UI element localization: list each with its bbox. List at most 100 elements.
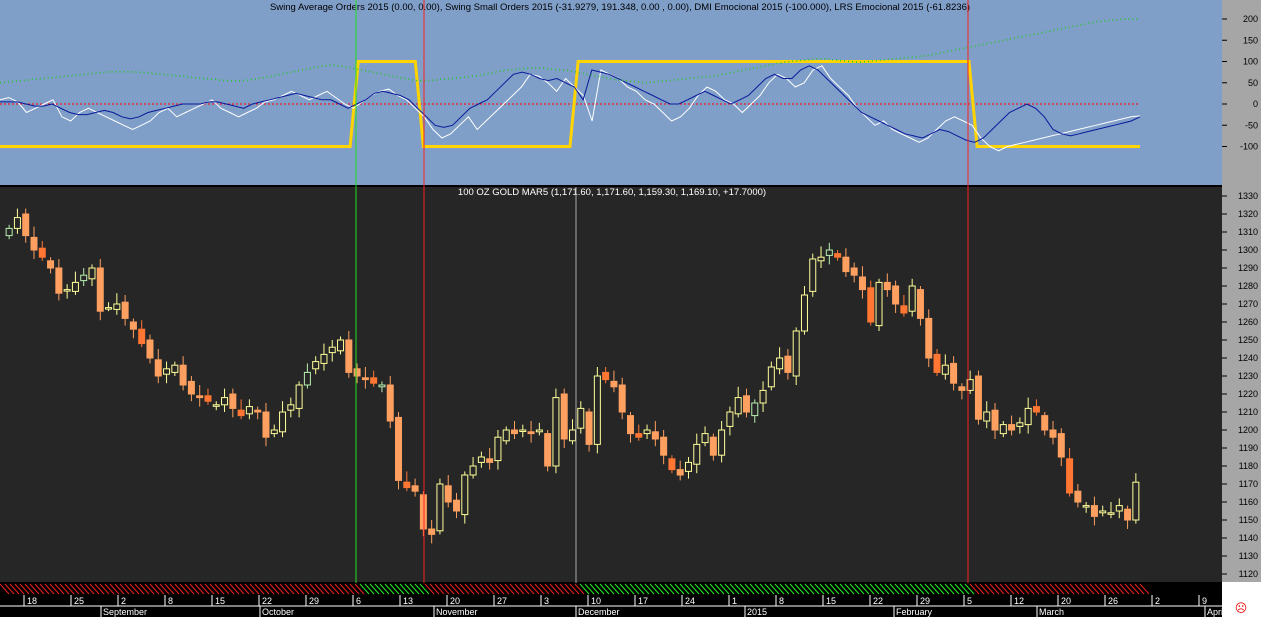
hatch-mark [179, 583, 190, 595]
hatch-mark [4, 583, 15, 595]
candle [800, 294, 808, 332]
candle [991, 409, 999, 431]
hatch-mark [114, 583, 125, 595]
candle [1074, 490, 1082, 503]
hatch-mark [1084, 583, 1095, 595]
hatch-mark [984, 583, 995, 595]
y-tick-label: 1130 [1239, 551, 1258, 561]
candle [569, 429, 576, 442]
hatch-mark [229, 583, 240, 595]
hatch-mark [304, 583, 315, 595]
candle [709, 436, 717, 456]
x-tick-label: 25 [74, 596, 84, 606]
hatch-mark [209, 583, 220, 595]
month-label: October [262, 607, 294, 617]
hatch-mark [249, 583, 260, 595]
x-tick-label: 26 [1108, 596, 1118, 606]
candle [635, 433, 643, 438]
x-tick-label: 24 [685, 596, 695, 606]
candle [527, 431, 535, 435]
y-tick-label: -100 [1240, 142, 1258, 152]
x-tick-label: 12 [1014, 596, 1024, 606]
hatch-mark [524, 583, 535, 595]
hatch-mark [974, 583, 985, 595]
hatch-mark [324, 583, 335, 595]
hatch-mark [884, 583, 895, 595]
hatch-mark [1044, 583, 1055, 595]
candle [212, 404, 220, 407]
candle [5, 227, 13, 237]
month-label: February [896, 607, 933, 617]
candle [386, 384, 394, 422]
y-tick-label: 1150 [1239, 515, 1258, 525]
candle [146, 339, 154, 359]
hatch-mark [614, 583, 625, 595]
candle [701, 433, 709, 444]
candle [469, 465, 477, 476]
candle [13, 217, 21, 229]
x-tick-label: 2 [1155, 596, 1160, 606]
candle [751, 402, 759, 417]
hatch-mark [1104, 583, 1115, 595]
month-label: April [1207, 607, 1225, 617]
x-tick-label: 29 [920, 596, 930, 606]
hatch-mark [259, 583, 270, 595]
candle [867, 287, 875, 323]
hatch-mark [329, 583, 340, 595]
hatch-mark [619, 583, 630, 595]
candle [618, 384, 626, 413]
y-tick-label: 1120 [1239, 569, 1258, 579]
candle [411, 485, 419, 492]
hatch-mark [724, 583, 735, 595]
y-tick-label: 1320 [1238, 209, 1258, 219]
hatch-mark [1004, 583, 1015, 595]
hatch-mark [439, 583, 450, 595]
hatch-mark [299, 583, 310, 595]
hatch-mark [819, 583, 830, 595]
month-label: December [578, 607, 620, 617]
hatch-mark [74, 583, 85, 595]
candle [577, 407, 585, 429]
candle [129, 321, 137, 330]
hatch-mark [474, 583, 485, 595]
trading-chart: 200 150 100 50 0 -50 -100 1330 1320 1310 1300 1290 1… [0, 0, 1261, 617]
candle [303, 371, 311, 386]
hatch-mark [494, 583, 505, 595]
candle [850, 267, 858, 276]
hatch-mark [1134, 583, 1145, 595]
x-tick-label: 3 [544, 596, 549, 606]
candle [461, 474, 469, 516]
candle [1132, 481, 1140, 521]
hatch-mark [84, 583, 95, 595]
hatch-mark [504, 583, 515, 595]
hatch-mark [354, 583, 365, 595]
hatch-mark [459, 583, 470, 595]
hatch-mark [664, 583, 675, 595]
candle [138, 328, 146, 345]
candle [535, 429, 543, 433]
hatch-mark [889, 583, 900, 595]
hatch-mark [1109, 583, 1120, 595]
candle [1115, 505, 1123, 512]
hatch-mark [274, 583, 285, 595]
hatch-mark [899, 583, 910, 595]
candle [651, 431, 659, 440]
hatch-mark [629, 583, 640, 595]
hatch-mark [839, 583, 850, 595]
alert-icon[interactable]: ☹ [1235, 601, 1248, 615]
candle [1082, 505, 1090, 508]
hatch-mark [444, 583, 455, 595]
hatch-mark [309, 583, 320, 595]
candle [295, 384, 303, 409]
y-tick-label: 1170 [1239, 479, 1258, 489]
x-tick-label: 18 [27, 596, 37, 606]
hatch-mark [234, 583, 245, 595]
candle [270, 429, 278, 435]
hatch-mark [1099, 583, 1110, 595]
hatch-mark [279, 583, 290, 595]
candle [1057, 433, 1065, 458]
candle [875, 281, 883, 327]
hatch-mark [1129, 583, 1140, 595]
x-tick-label: 6 [356, 596, 361, 606]
hatch-mark [929, 583, 940, 595]
